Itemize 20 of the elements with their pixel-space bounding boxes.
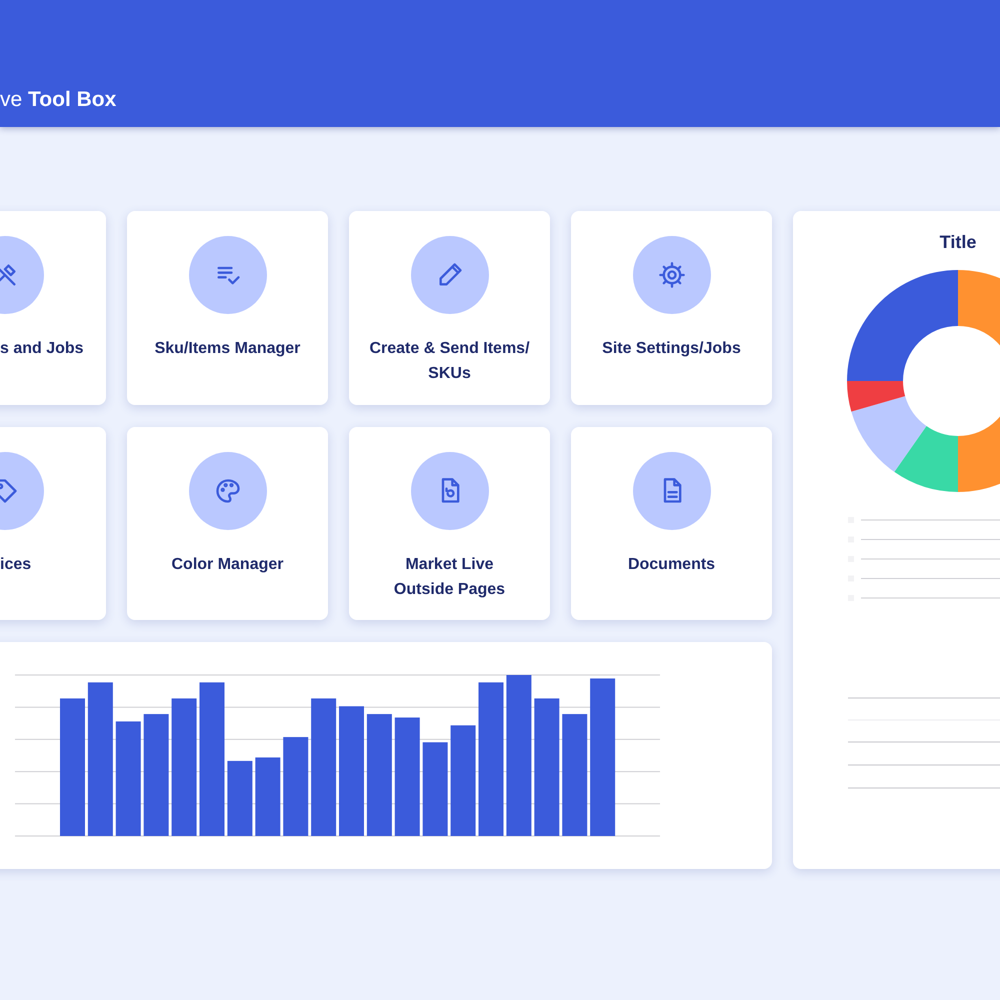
chart-title: Title (940, 231, 976, 253)
tool-card[interactable]: Market Live Outside Pages (349, 427, 550, 620)
tool-label: Documents (626, 555, 716, 575)
gear-icon (658, 261, 686, 289)
tool-label: Color Manager (170, 555, 284, 575)
palette-icon (214, 477, 242, 505)
tool-card[interactable]: s and Jobs (0, 211, 106, 405)
tool-card[interactable]: Documents (571, 427, 772, 620)
tool-card[interactable]: Create & Send Items/ SKUs (349, 211, 550, 405)
tool-label: ices (0, 555, 32, 575)
tool-card[interactable]: Color Manager (127, 427, 328, 620)
tool-label: Sku/Items Manager (154, 339, 302, 359)
tool-label: Site Settings/Jobs (601, 339, 742, 359)
tool-card[interactable]: Site Settings/Jobs (571, 211, 772, 405)
tool-card[interactable]: Sku/Items Manager (127, 211, 328, 405)
tool-card[interactable]: ices (0, 427, 106, 620)
app-title: ve Tool Box (0, 87, 116, 113)
tool-label: Create & Send Items/ SKUs (368, 339, 531, 384)
tool-label: s and Jobs (0, 339, 84, 359)
tool-label: Market Live Outside Pages (392, 555, 506, 600)
